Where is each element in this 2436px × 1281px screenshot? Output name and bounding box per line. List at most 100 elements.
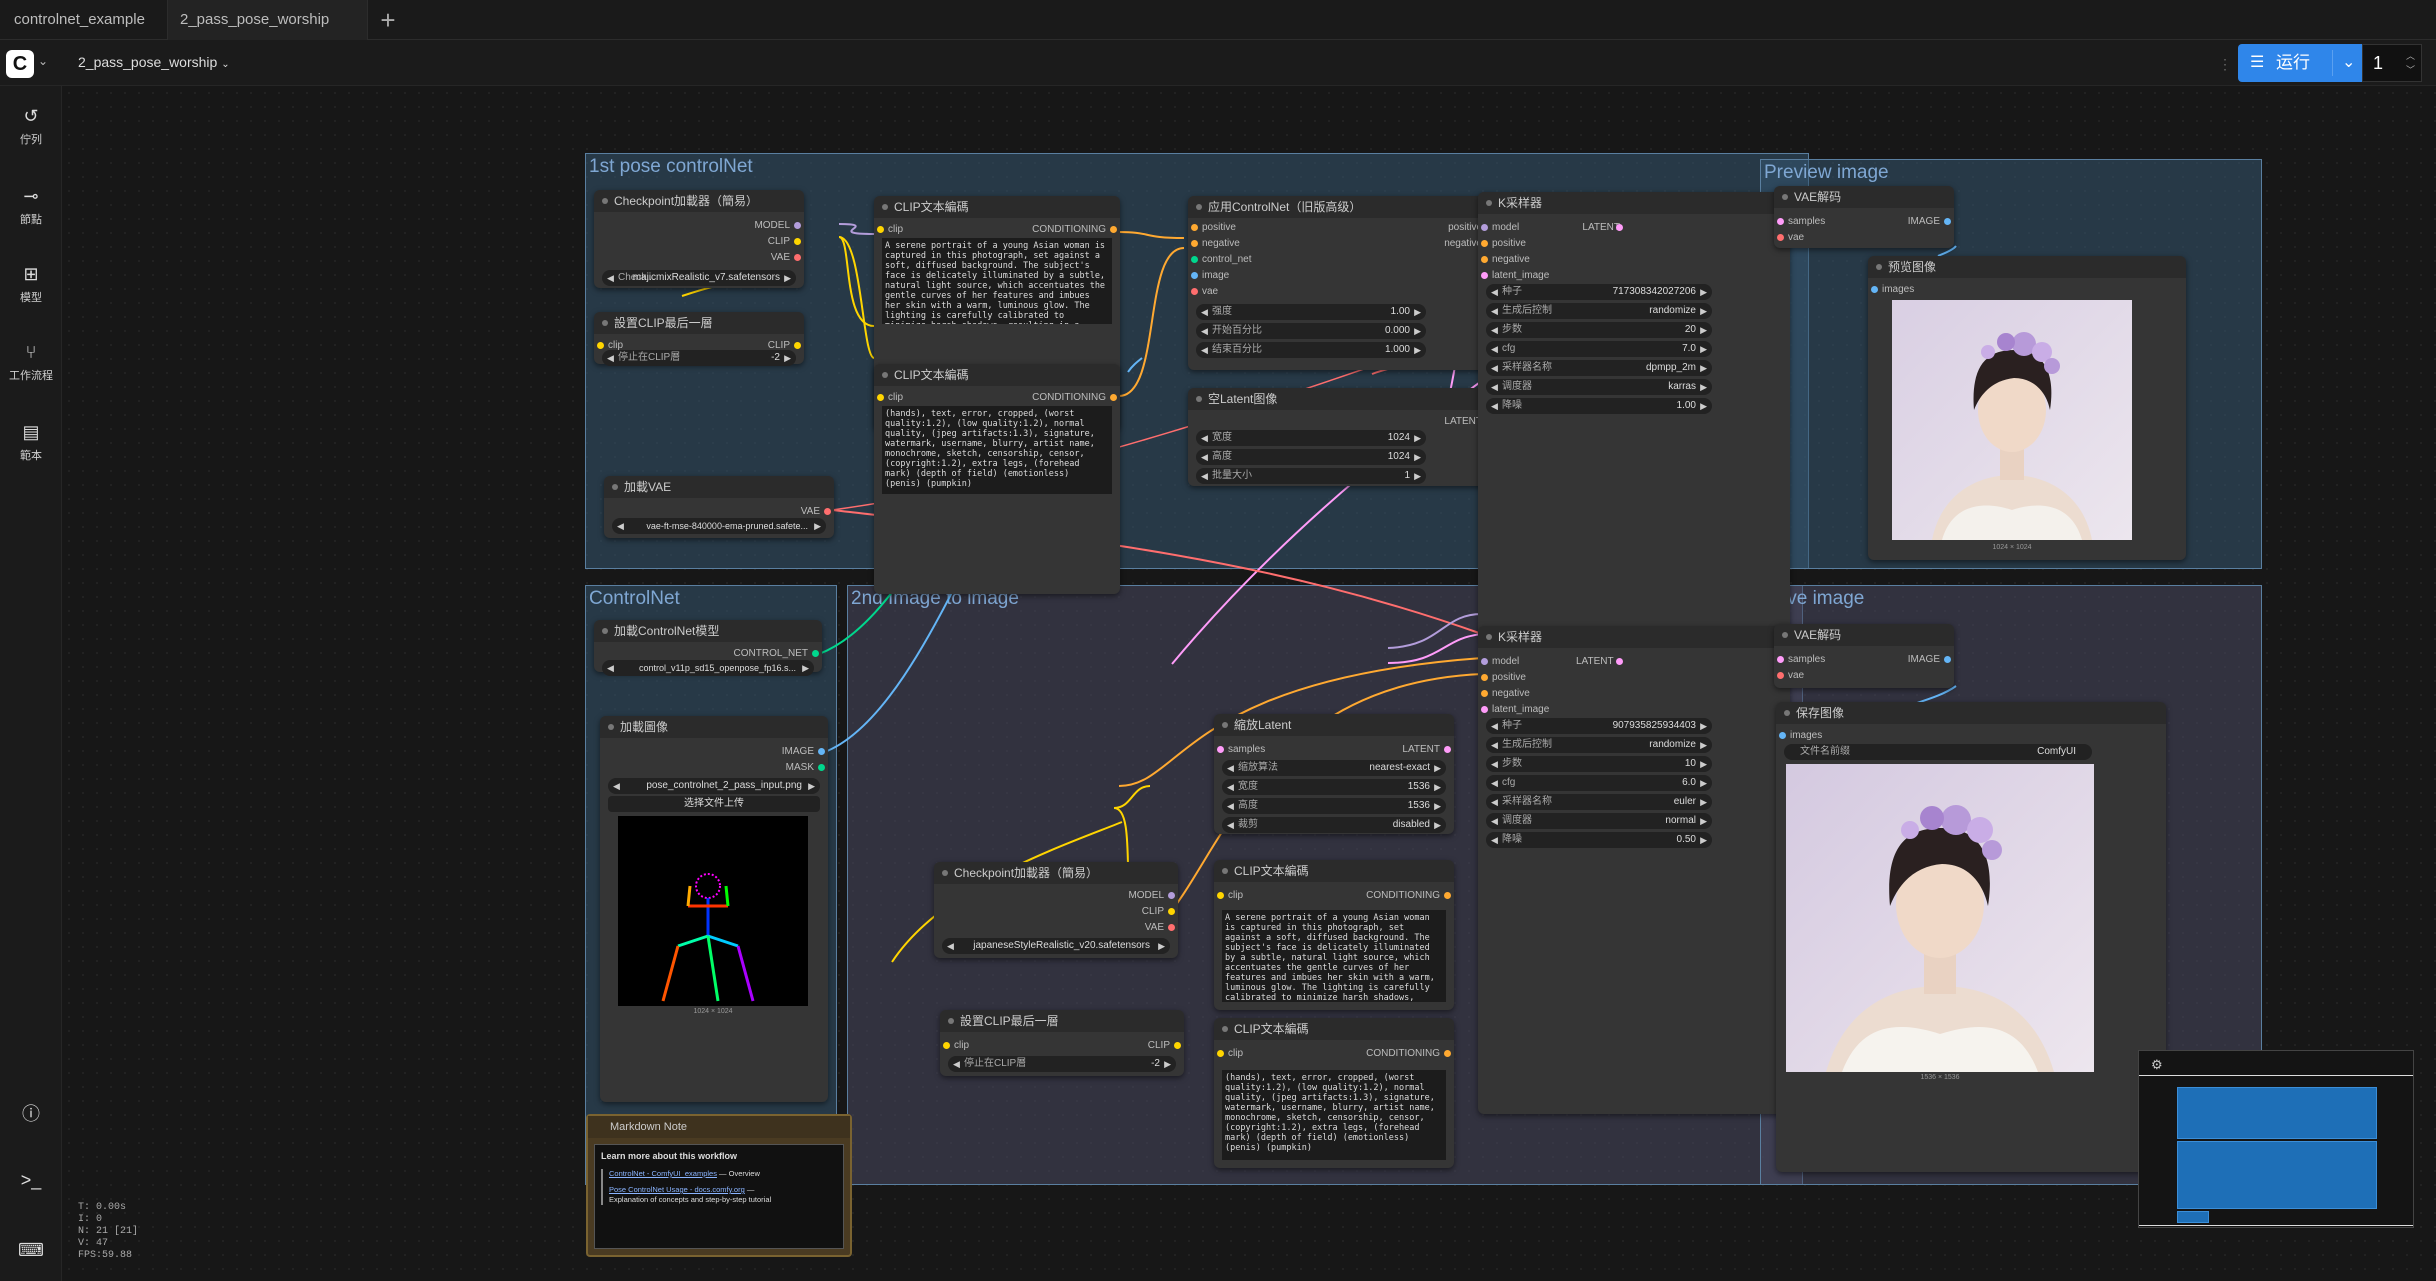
tab-2-pass-pose-worship[interactable]: 2_pass_pose_worship	[168, 0, 368, 40]
arrow-right-icon[interactable]: ▶	[1700, 813, 1707, 829]
chevron-down-icon[interactable]: ⌄	[38, 54, 48, 68]
chevron-down-icon[interactable]: ﹀	[2406, 65, 2415, 75]
arrow-left-icon[interactable]: ◀	[1491, 737, 1498, 753]
seed-input[interactable]: ◀ 种子 907935825934403 ▶	[1486, 718, 1712, 734]
arrow-right-icon[interactable]: ▶	[1434, 798, 1441, 814]
run-button[interactable]: ☰ 运行 ⌄	[2238, 44, 2366, 82]
arrow-right-icon[interactable]: ▶	[1414, 304, 1421, 320]
output-slot-conditioning[interactable]	[1110, 226, 1117, 233]
width-input[interactable]: ◀ 宽度 1024 ▶	[1196, 430, 1426, 446]
output-slot-clip[interactable]	[794, 238, 801, 245]
input-slot-positive[interactable]	[1481, 674, 1488, 681]
denoise-input[interactable]: ◀ 降噪 0.50 ▶	[1486, 832, 1712, 848]
chevron-down-icon[interactable]: ⌄	[2342, 44, 2355, 82]
input-slot-control-net[interactable]	[1191, 256, 1198, 263]
arrow-right-icon[interactable]: ▶	[1700, 303, 1707, 319]
input-slot-latent-image[interactable]	[1481, 706, 1488, 713]
arrow-right-icon[interactable]: ▶	[1700, 398, 1707, 414]
arrow-left-icon[interactable]: ◀	[1491, 379, 1498, 395]
arrow-left-icon[interactable]: ◀	[1201, 468, 1208, 484]
crop-combo[interactable]: ◀ 裁剪 disabled ▶	[1222, 817, 1446, 833]
arrow-left-icon[interactable]: ◀	[947, 938, 954, 954]
tab-controlnet-example[interactable]: controlnet_example	[0, 0, 168, 40]
filename-prefix-input[interactable]: 文件名前缀 ComfyUI	[1784, 744, 2092, 760]
arrow-right-icon[interactable]: ▶	[1158, 938, 1165, 954]
input-slot-latent-image[interactable]	[1481, 272, 1488, 279]
prompt-textarea[interactable]: A serene portrait of a young Asian woman…	[1222, 910, 1446, 1002]
input-slot-positive[interactable]	[1191, 224, 1198, 231]
steps-input[interactable]: ◀ 步数 20 ▶	[1486, 322, 1712, 338]
strength-input[interactable]: ◀ 强度 1.00 ▶	[1196, 304, 1426, 320]
stop-at-clip-layer-input[interactable]: ◀ 停止在CLIP層 -2 ▶	[602, 350, 796, 366]
node-load-vae[interactable]: 加載VAE VAE ◀ vae-ft-mse-840000-ema-pruned.…	[604, 476, 834, 538]
node-clip-text-encode-negative-2[interactable]: CLIP文本編碼 clip CONDITIONING (hands), text…	[1214, 1018, 1454, 1168]
input-slot-image[interactable]	[1191, 272, 1198, 279]
node-ksampler-1[interactable]: K采样器 model positive negative latent_imag…	[1478, 192, 1790, 636]
input-slot-model[interactable]	[1481, 658, 1488, 665]
node-vae-decode-1[interactable]: VAE解码 samples vae IMAGE	[1774, 186, 1954, 248]
output-slot-image[interactable]	[1944, 218, 1951, 225]
node-controlnet-loader[interactable]: 加載ControlNet模型 CONTROL_NET ◀ control_v11p…	[594, 620, 822, 676]
arrow-left-icon[interactable]: ◀	[1491, 756, 1498, 772]
output-slot-mask[interactable]	[818, 764, 825, 771]
node-empty-latent-image[interactable]: 空Latent图像 LATENT ◀ 宽度 1024 ▶ ◀ 高度 1024 ▶ ◀ 批量大小…	[1188, 388, 1496, 486]
output-slot-vae[interactable]	[794, 254, 801, 261]
sidebar-item-workflows[interactable]: ⑂ 工作流程	[0, 342, 62, 383]
height-input[interactable]: ◀ 高度 1024 ▶	[1196, 449, 1426, 465]
controlnet-name-combo[interactable]: ◀ control_v11p_sd15_openpose_fp16.s... ▶	[602, 660, 814, 676]
prompt-textarea[interactable]: (hands), text, error, cropped, (worst qu…	[1222, 1070, 1446, 1160]
arrow-right-icon[interactable]: ▶	[1700, 756, 1707, 772]
arrow-right-icon[interactable]: ▶	[1700, 737, 1707, 753]
graph-canvas[interactable]: 1st pose controlNet Preview image Contro…	[62, 86, 2436, 1281]
arrow-left-icon[interactable]: ◀	[1491, 775, 1498, 791]
scheduler-combo[interactable]: ◀ 调度器 normal ▶	[1486, 813, 1712, 829]
arrow-left-icon[interactable]: ◀	[1491, 341, 1498, 357]
arrow-right-icon[interactable]: ▶	[1434, 760, 1441, 776]
width-input[interactable]: ◀ 宽度 1536 ▶	[1222, 779, 1446, 795]
arrow-left-icon[interactable]: ◀	[1201, 304, 1208, 320]
arrow-right-icon[interactable]: ▶	[1414, 449, 1421, 465]
scheduler-combo[interactable]: ◀ 调度器 karras ▶	[1486, 379, 1712, 395]
vae-name-combo[interactable]: ◀ vae-ft-mse-840000-ema-pruned.safete... ▶	[612, 518, 826, 534]
input-slot-negative[interactable]	[1481, 690, 1488, 697]
node-clip-set-last-layer-1[interactable]: 設置CLIP最后一層 clip CLIP ◀ 停止在CLIP層 -2 ▶	[594, 312, 804, 366]
input-slot-clip[interactable]	[597, 342, 604, 349]
output-slot-latent[interactable]	[1616, 658, 1623, 665]
sidebar-item-nodes[interactable]: ⊸ 節點	[0, 186, 62, 227]
arrow-left-icon[interactable]: ◀	[607, 350, 614, 366]
arrow-right-icon[interactable]: ▶	[1434, 817, 1441, 833]
arrow-left-icon[interactable]: ◀	[613, 778, 620, 794]
output-slot-latent[interactable]	[1444, 746, 1451, 753]
arrow-right-icon[interactable]: ▶	[1414, 468, 1421, 484]
node-load-image[interactable]: 加載圖像 IMAGE MASK ◀ pose_controlnet_2_pass_…	[600, 716, 828, 1102]
height-input[interactable]: ◀ 高度 1536 ▶	[1222, 798, 1446, 814]
input-slot-clip[interactable]	[943, 1042, 950, 1049]
input-slot-clip[interactable]	[1217, 892, 1224, 899]
arrow-left-icon[interactable]: ◀	[1201, 449, 1208, 465]
prompt-textarea[interactable]: (hands), text, error, cropped, (worst qu…	[882, 406, 1112, 494]
input-slot-negative[interactable]	[1481, 256, 1488, 263]
sampler-name-combo[interactable]: ◀ 采样器名称 euler ▶	[1486, 794, 1712, 810]
arrow-right-icon[interactable]: ▶	[1700, 322, 1707, 338]
arrow-left-icon[interactable]: ◀	[1227, 817, 1234, 833]
input-slot-negative[interactable]	[1191, 240, 1198, 247]
arrow-left-icon[interactable]: ◀	[1491, 794, 1498, 810]
arrow-right-icon[interactable]: ▶	[1700, 360, 1707, 376]
ckpt-name-combo[interactable]: ◀ Check... majicmixRealistic_v7.safetensor…	[602, 270, 796, 286]
arrow-right-icon[interactable]: ▶	[1414, 323, 1421, 339]
arrow-right-icon[interactable]: ▶	[1700, 794, 1707, 810]
start-percent-input[interactable]: ◀ 开始百分比 0.000 ▶	[1196, 323, 1426, 339]
stop-at-clip-layer-input[interactable]: ◀ 停止在CLIP層 -2 ▶	[948, 1056, 1176, 1072]
arrow-left-icon[interactable]: ◀	[1201, 342, 1208, 358]
arrow-right-icon[interactable]: ▶	[808, 778, 815, 794]
denoise-input[interactable]: ◀ 降噪 1.00 ▶	[1486, 398, 1712, 414]
input-slot-images[interactable]	[1779, 732, 1786, 739]
seed-input[interactable]: ◀ 种子 717308342027206 ▶	[1486, 284, 1712, 300]
upload-button[interactable]: 选择文件上传	[608, 796, 820, 812]
cfg-input[interactable]: ◀ cfg 6.0 ▶	[1486, 775, 1712, 791]
batch-count-input[interactable]: 1 ︿ ﹀	[2362, 44, 2422, 82]
output-slot-control-net[interactable]	[812, 650, 819, 657]
arrow-left-icon[interactable]: ◀	[1201, 323, 1208, 339]
output-slot-conditioning[interactable]	[1110, 394, 1117, 401]
arrow-left-icon[interactable]: ◀	[1491, 322, 1498, 338]
